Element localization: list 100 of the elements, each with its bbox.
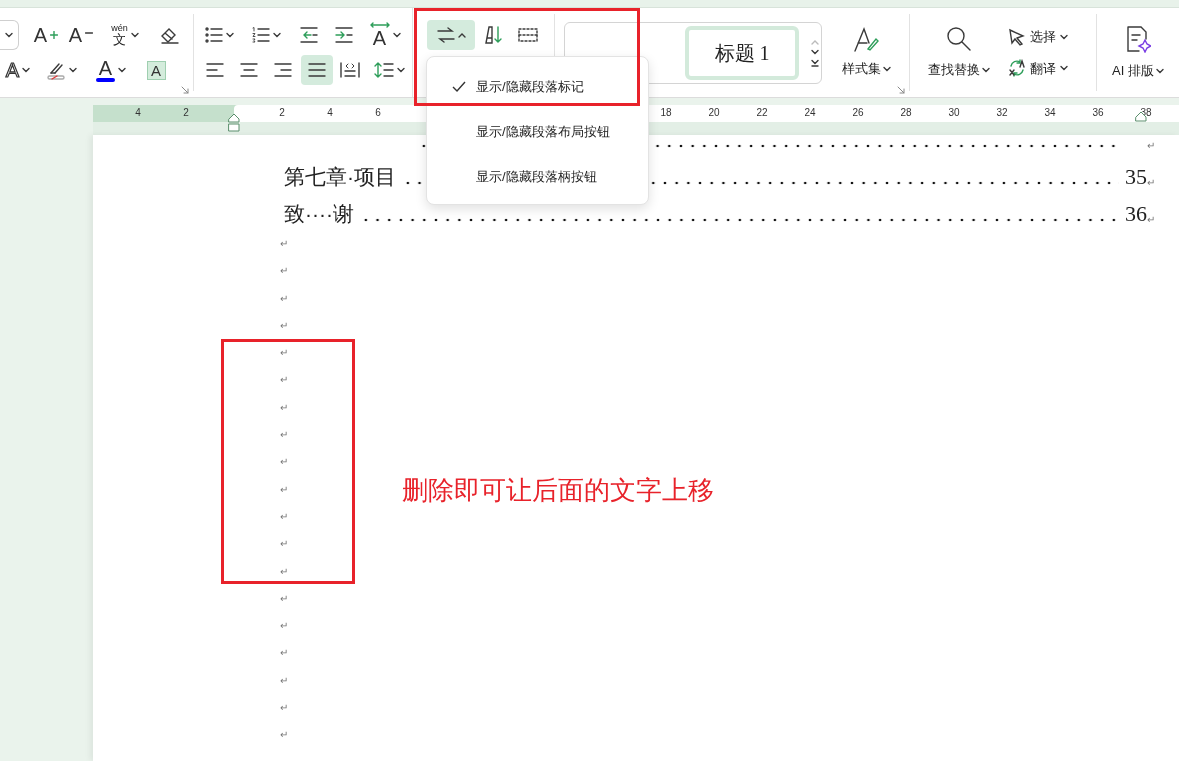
text-direction-button[interactable]: A <box>362 20 408 50</box>
ai-document-icon <box>1125 24 1151 53</box>
paragraph-mark: ↵ <box>280 456 288 468</box>
style-item[interactable]: 标题 1 <box>685 25 799 80</box>
justify-icon <box>307 63 326 77</box>
paragraph-mark: ↵ <box>280 347 288 359</box>
caret-icon <box>982 66 990 73</box>
paragraph-mark: ↵ <box>280 483 288 495</box>
caret-icon <box>1060 33 1068 40</box>
toc-entry: 第七章·项目 <box>284 164 396 190</box>
ruler-number: 30 <box>948 107 960 119</box>
paragraph-mark: ↵ <box>280 702 288 714</box>
page-number: 36 <box>1125 201 1147 227</box>
ruler-number: 28 <box>900 107 912 119</box>
caret-icon <box>68 67 77 73</box>
table-border-icon <box>518 28 538 42</box>
ruler-number: 2 <box>183 107 189 119</box>
caret-icon <box>22 67 31 73</box>
font-grow-button[interactable]: A <box>31 20 61 50</box>
ai-layout-button[interactable]: AI 排版 <box>1112 60 1164 81</box>
paragraph-mark: ↵ <box>280 374 288 386</box>
decrease-indent-icon <box>300 27 318 43</box>
find-replace-button[interactable]: 查找替换 <box>928 59 990 80</box>
caret-icon <box>392 32 401 38</box>
style-set-button[interactable]: 样式集 <box>841 58 891 79</box>
menu-item-label: 显示/隐藏段落布局按钮 <box>476 122 610 141</box>
caret-icon <box>396 67 405 73</box>
ruler-number: 2 <box>279 107 285 119</box>
character-shading-button[interactable]: A <box>136 55 176 85</box>
caret-icon <box>272 32 281 38</box>
paragraph-mark: ↵ <box>280 592 288 604</box>
menu-item[interactable]: 显示/隐藏段落柄按钮 <box>427 154 648 199</box>
text-effect-button[interactable]: A <box>0 55 36 85</box>
paragraph-mark: ↵ <box>1147 139 1155 153</box>
double-arrow-icon <box>369 22 390 28</box>
align-right-icon <box>274 63 293 77</box>
ruler-number: 18 <box>660 107 672 119</box>
page-number: 35 <box>1125 164 1147 190</box>
caret-icon <box>1060 65 1068 72</box>
paragraph-mark: ↵ <box>280 565 288 577</box>
distribute-icon <box>339 62 360 78</box>
align-center-icon <box>239 63 258 77</box>
ruler-number: 6 <box>375 107 381 119</box>
pinyin-guide-button[interactable]: wén 文 <box>101 20 149 50</box>
menu-item-label: 显示/隐藏段落标记 <box>476 77 584 96</box>
menu-item[interactable]: 显示/隐藏段落布局按钮 <box>427 109 648 154</box>
cursor-icon <box>1008 27 1026 46</box>
eraser-icon <box>159 26 179 44</box>
ruler-number: 22 <box>756 107 768 119</box>
paragraph-mark: ↵ <box>280 401 288 413</box>
paragraph-mark: ↵ <box>280 674 288 686</box>
paragraph-mark: ↵ <box>280 510 288 522</box>
bulleted-list-icon <box>204 27 223 43</box>
translate-icon <box>1008 59 1026 78</box>
plus-icon <box>50 31 59 39</box>
paragraph-mark: ↵ <box>280 729 288 741</box>
caret-icon <box>130 32 139 38</box>
justify-button[interactable] <box>301 55 333 85</box>
color-bar-icon <box>96 78 115 82</box>
ruler-number: 4 <box>135 107 141 119</box>
ruler-number: 34 <box>1044 107 1056 119</box>
paragraph-mark: ↵ <box>280 647 288 659</box>
font-shrink-button[interactable]: A <box>61 20 101 50</box>
ruler-number: 20 <box>708 107 720 119</box>
caret-icon <box>5 32 13 38</box>
expand-icon <box>811 58 819 67</box>
paragraph-mark: ↵ <box>280 319 288 331</box>
caret-up-icon <box>457 32 466 38</box>
caret-icon <box>118 67 126 73</box>
caret-icon <box>882 65 891 72</box>
translate-button[interactable]: 翻译 <box>1008 58 1096 78</box>
menu-item[interactable]: 显示/隐藏段落标记 <box>427 64 648 109</box>
increase-indent-icon <box>335 27 353 43</box>
paragraph-mark: ↵ <box>280 292 288 304</box>
ruler-number: 4 <box>327 107 333 119</box>
paragraph-mark: ↵ <box>280 429 288 441</box>
annotation-text: 删除即可让后面的文字上移 <box>402 474 714 506</box>
search-icon <box>946 25 972 52</box>
line-spacing-icon <box>373 61 394 79</box>
sort-icon <box>483 26 503 44</box>
ruler-number: 26 <box>852 107 864 119</box>
style-pen-icon <box>853 26 879 53</box>
paragraph-mark: ↵ <box>280 238 288 249</box>
font-size-dropdown[interactable] <box>0 20 19 50</box>
numbered-list-icon <box>251 27 270 43</box>
ruler-number: 36 <box>1092 107 1104 119</box>
paragraph-mark: ↵ <box>280 538 288 550</box>
paragraph-marks-button[interactable] <box>427 20 475 50</box>
paragraph-mark: ↵ <box>280 620 288 632</box>
ruler-number: 32 <box>996 107 1008 119</box>
caret-icon <box>811 48 819 55</box>
select-button[interactable]: 选择 <box>1008 27 1096 47</box>
caret-icon <box>225 32 234 38</box>
dialog-launcher-icon <box>897 86 905 94</box>
paragraph-mark: ↵ <box>1147 177 1155 190</box>
paragraph-mark: ↵ <box>280 265 288 277</box>
scroll-up-icon <box>811 38 819 45</box>
align-left-icon <box>205 63 224 77</box>
toc-entry: 致····谢 <box>284 201 354 227</box>
font-color-button[interactable]: A <box>86 55 136 85</box>
